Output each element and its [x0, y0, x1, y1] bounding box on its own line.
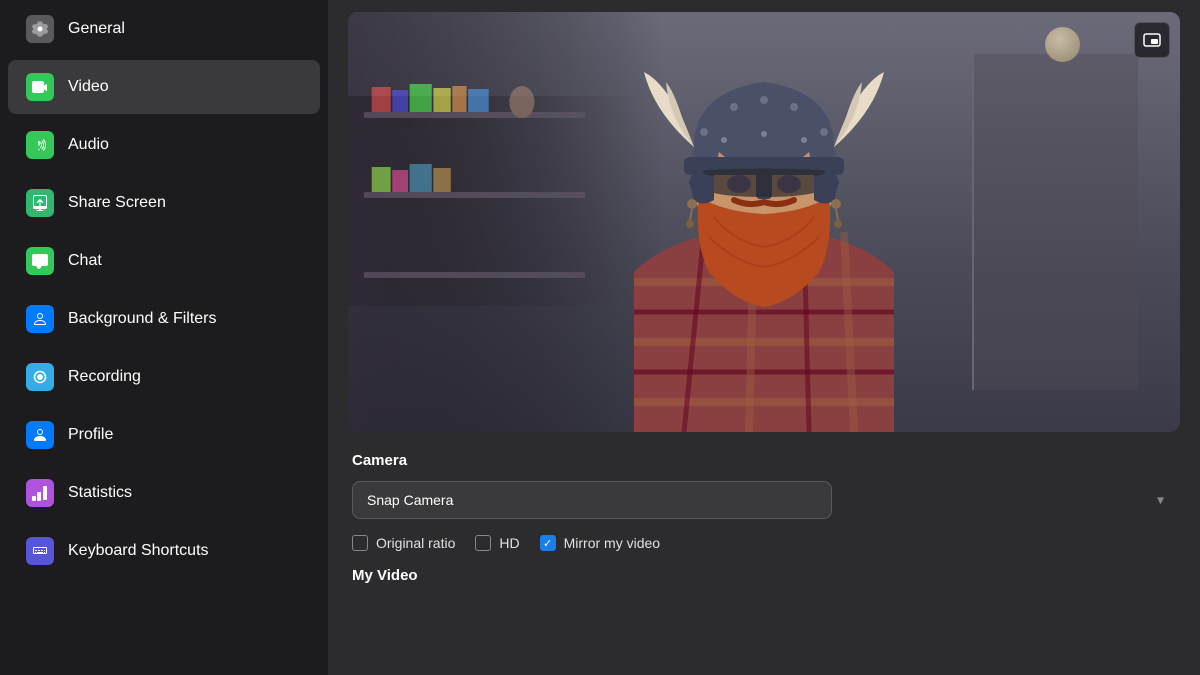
keyboard-shortcuts-icon [26, 537, 54, 565]
sidebar-item-recording[interactable]: Recording [8, 350, 320, 404]
camera-dropdown-wrapper: Snap CameraFaceTime HD CameraOBS Virtual… [352, 481, 1176, 519]
checkbox-mirror[interactable]: ✓ Mirror my video [540, 535, 660, 551]
sidebar-label-keyboard-shortcuts: Keyboard Shortcuts [68, 542, 209, 560]
checkbox-label-mirror: Mirror my video [564, 535, 660, 551]
ceiling-light [1045, 27, 1080, 62]
main-content: Camera Snap CameraFaceTime HD CameraOBS … [328, 0, 1200, 675]
sidebar-item-video[interactable]: Video [8, 60, 320, 114]
sidebar-item-share-screen[interactable]: Share Screen [8, 176, 320, 230]
checkbox-label-hd: HD [499, 535, 519, 551]
sidebar-item-audio[interactable]: Audio [8, 118, 320, 172]
sidebar-label-audio: Audio [68, 136, 109, 154]
share-screen-icon [26, 189, 54, 217]
checkbox-row: Original ratio HD ✓ Mirror my video [352, 535, 1176, 551]
video-preview [348, 12, 1180, 432]
sidebar-item-profile[interactable]: Profile [8, 408, 320, 462]
pip-icon [1143, 31, 1161, 49]
sidebar-label-background-filters: Background & Filters [68, 310, 217, 328]
sidebar-label-recording: Recording [68, 368, 141, 386]
checkbox-hd[interactable]: HD [475, 535, 519, 551]
person-svg [594, 52, 934, 432]
checkbox-box-hd[interactable] [475, 535, 491, 551]
checkbox-box-original-ratio[interactable] [352, 535, 368, 551]
sidebar-label-video: Video [68, 78, 109, 96]
sidebar-label-statistics: Statistics [68, 484, 132, 502]
camera-section-label: Camera [352, 452, 1176, 469]
sidebar-label-profile: Profile [68, 426, 113, 444]
pip-button[interactable] [1134, 22, 1170, 58]
sidebar-item-chat[interactable]: Chat [8, 234, 320, 288]
recording-icon [26, 363, 54, 391]
checkbox-original-ratio[interactable]: Original ratio [352, 535, 455, 551]
background-filters-icon [26, 305, 54, 333]
chat-icon [26, 247, 54, 275]
sidebar-item-keyboard-shortcuts[interactable]: Keyboard Shortcuts [8, 524, 320, 578]
settings-panel: Camera Snap CameraFaceTime HD CameraOBS … [328, 432, 1200, 616]
door-area [972, 54, 1138, 390]
video-icon [26, 73, 54, 101]
dropdown-arrow-icon: ▾ [1157, 492, 1164, 509]
statistics-icon [26, 479, 54, 507]
checkbox-label-original-ratio: Original ratio [376, 535, 455, 551]
sidebar-item-statistics[interactable]: Statistics [8, 466, 320, 520]
sidebar-item-general[interactable]: General [8, 2, 320, 56]
profile-icon [26, 421, 54, 449]
sidebar-label-share-screen: Share Screen [68, 194, 166, 212]
sidebar-label-chat: Chat [68, 252, 102, 270]
checkbox-box-mirror[interactable]: ✓ [540, 535, 556, 551]
sidebar: General Video Audio Share Screen Chat Backgro… [0, 0, 328, 675]
general-icon [26, 15, 54, 43]
my-video-label: My Video [352, 567, 1176, 584]
audio-icon [26, 131, 54, 159]
sidebar-label-general: General [68, 20, 125, 38]
camera-dropdown-select[interactable]: Snap CameraFaceTime HD CameraOBS Virtual… [352, 481, 832, 519]
video-bg [348, 12, 1180, 432]
sidebar-item-background-filters[interactable]: Background & Filters [8, 292, 320, 346]
